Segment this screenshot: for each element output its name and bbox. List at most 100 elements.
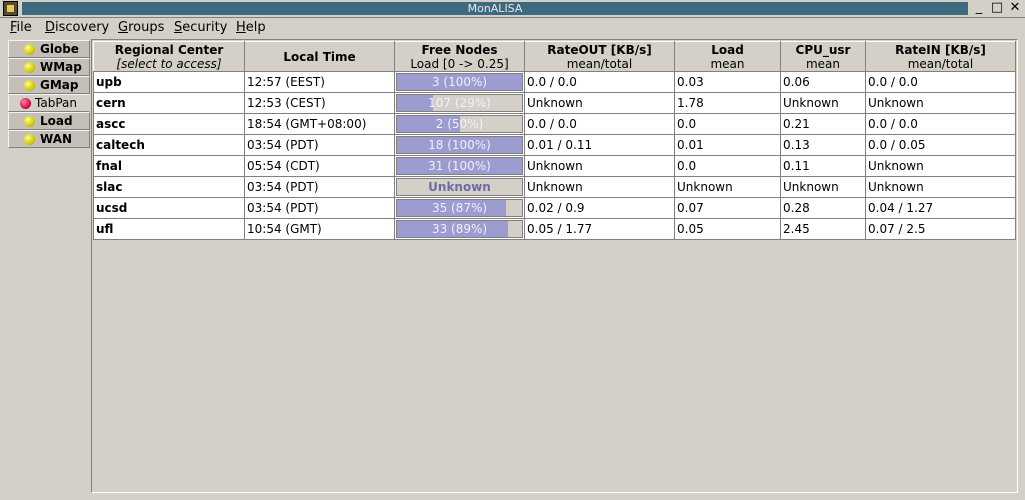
local-time-cell: 03:54 (PDT) [244, 197, 395, 219]
column-header[interactable]: Local Time [244, 41, 395, 72]
rate-in-cell: Unknown [865, 92, 1016, 114]
tab-label: GMap [40, 78, 79, 92]
menu-groups[interactable]: Groups [118, 20, 164, 36]
local-time-cell: 03:54 (PDT) [244, 176, 395, 198]
table-row[interactable]: caltech 03:54 (PDT) 18 (100%) 0.01 / 0.11 0.… [93, 134, 1016, 156]
load-cell: 1.78 [674, 92, 781, 114]
rate-out-cell: 0.02 / 0.9 [524, 197, 675, 219]
rate-out-cell: Unknown [524, 92, 675, 114]
free-nodes-progress-bar: Unknown [396, 178, 523, 196]
center-cell[interactable]: upb [93, 71, 245, 93]
progress-label: 2 (50%) [435, 117, 484, 131]
menu-discovery[interactable]: Discovery [45, 20, 109, 36]
rate-out-cell: Unknown [524, 176, 675, 198]
menu-label: elp [245, 20, 266, 35]
column-title: Regional Center [114, 42, 224, 57]
column-subtitle: mean [805, 56, 841, 71]
table-row[interactable]: upb 12:57 (EEST) 3 (100%) 0.0 / 0.0 0.03 0.06… [93, 71, 1016, 93]
menu-security[interactable]: Security [174, 20, 227, 36]
tab-tabpan[interactable]: TabPan [8, 94, 90, 112]
center-cell[interactable]: ufl [93, 218, 245, 240]
tab-load[interactable]: Load [8, 112, 90, 130]
title-bar: MonALISA _ □ ✕ [0, 0, 1025, 18]
table-row[interactable]: ucsd 03:54 (PDT) 35 (87%) 0.02 / 0.9 0.07 0.2… [93, 197, 1016, 219]
column-subtitle: [select to access] [116, 56, 222, 71]
tab-label: Globe [40, 42, 79, 56]
cpu-usr-cell: 0.06 [780, 71, 866, 93]
local-time-cell: 18:54 (GMT+08:00) [244, 113, 395, 135]
menu-label: ecurity [182, 20, 228, 35]
free-nodes-progress-bar: 2 (50%) [396, 115, 523, 133]
progress-label: 107 (29%) [428, 96, 491, 110]
progress-label: Unknown [428, 180, 491, 194]
table-row[interactable]: ufl 10:54 (GMT) 33 (89%) 0.05 / 1.77 0.05 2.4… [93, 218, 1016, 240]
table-row[interactable]: slac 03:54 (PDT) Unknown Unknown Unknown Unkn… [93, 176, 1016, 198]
menu-help[interactable]: Help [236, 20, 266, 36]
minimize-button[interactable]: _ [971, 1, 987, 16]
column-header[interactable]: Free Nodes Load [0 -> 0.25] [394, 41, 525, 72]
menu-file[interactable]: File [10, 20, 32, 36]
column-subtitle: mean/total [566, 56, 633, 71]
column-subtitle: mean [710, 56, 745, 71]
cpu-usr-cell: Unknown [780, 176, 866, 198]
rate-in-cell: 0.0 / 0.05 [865, 134, 1016, 156]
column-title: RateOUT [KB/s] [547, 42, 652, 57]
tab-globe[interactable]: Globe [8, 40, 90, 58]
center-cell[interactable]: caltech [93, 134, 245, 156]
column-header[interactable]: RateOUT [KB/s] mean/total [524, 41, 675, 72]
local-time-cell: 05:54 (CDT) [244, 155, 395, 177]
local-time-cell: 12:53 (CEST) [244, 92, 395, 114]
cpu-usr-cell: Unknown [780, 92, 866, 114]
column-header[interactable]: Load mean [674, 41, 781, 72]
tab-wan[interactable]: WAN [8, 130, 90, 148]
cpu-usr-cell: 0.11 [780, 155, 866, 177]
load-cell: 0.0 [674, 113, 781, 135]
menu-label: iscovery [55, 20, 110, 35]
progress-label: 31 (100%) [428, 159, 491, 173]
close-button[interactable]: ✕ [1007, 1, 1023, 16]
progress-label: 35 (87%) [431, 201, 488, 215]
tab-wmap[interactable]: WMap [8, 58, 90, 76]
free-nodes-cell: 18 (100%) [394, 134, 525, 156]
local-time-cell: 12:57 (EEST) [244, 71, 395, 93]
tab-gmap[interactable]: GMap [8, 76, 90, 94]
cpu-usr-cell: 0.28 [780, 197, 866, 219]
rate-in-cell: 0.07 / 2.5 [865, 218, 1016, 240]
free-nodes-progress-bar: 18 (100%) [396, 136, 523, 154]
local-time-cell: 10:54 (GMT) [244, 218, 395, 240]
menu-mnemonic: D [45, 20, 56, 35]
center-cell[interactable]: ucsd [93, 197, 245, 219]
cpu-usr-cell: 2.45 [780, 218, 866, 240]
free-nodes-progress-bar: 3 (100%) [396, 73, 523, 91]
column-header[interactable]: Regional Center [select to access] [93, 41, 245, 72]
center-cell[interactable]: fnal [93, 155, 245, 177]
column-title: Local Time [283, 49, 356, 64]
menu-label: roups [128, 20, 165, 35]
table-row[interactable]: fnal 05:54 (CDT) 31 (100%) Unknown 0.0 0.11 Un… [93, 155, 1016, 177]
center-cell[interactable]: slac [93, 176, 245, 198]
column-header[interactable]: CPU_usr mean [780, 41, 866, 72]
yellow-dot-icon [24, 44, 35, 55]
free-nodes-cell: 2 (50%) [394, 113, 525, 135]
rate-in-cell: Unknown [865, 155, 1016, 177]
column-subtitle: Load [0 -> 0.25] [410, 56, 509, 71]
window-title: MonALISA [22, 2, 968, 15]
free-nodes-cell: 31 (100%) [394, 155, 525, 177]
column-header[interactable]: RateIN [KB/s] mean/total [865, 41, 1016, 72]
column-title: Free Nodes [421, 42, 498, 57]
rate-out-cell: 0.0 / 0.0 [524, 71, 675, 93]
maximize-button[interactable]: □ [989, 1, 1005, 16]
table-row[interactable]: cern 12:53 (CEST) 107 (29%) Unknown 1.78 Unkn… [93, 92, 1016, 114]
center-cell[interactable]: ascc [93, 113, 245, 135]
rate-in-cell: 0.04 / 1.27 [865, 197, 1016, 219]
column-title: CPU_usr [795, 42, 851, 57]
tab-label: WAN [40, 132, 73, 146]
free-nodes-progress-bar: 31 (100%) [396, 157, 523, 175]
column-title: RateIN [KB/s] [895, 42, 986, 57]
yellow-dot-icon [24, 116, 35, 127]
center-cell[interactable]: cern [93, 92, 245, 114]
progress-label: 3 (100%) [431, 75, 488, 89]
app-icon[interactable] [3, 1, 18, 16]
table-row[interactable]: ascc 18:54 (GMT+08:00) 2 (50%) 0.0 / 0.0 0.0… [93, 113, 1016, 135]
free-nodes-cell: Unknown [394, 176, 525, 198]
